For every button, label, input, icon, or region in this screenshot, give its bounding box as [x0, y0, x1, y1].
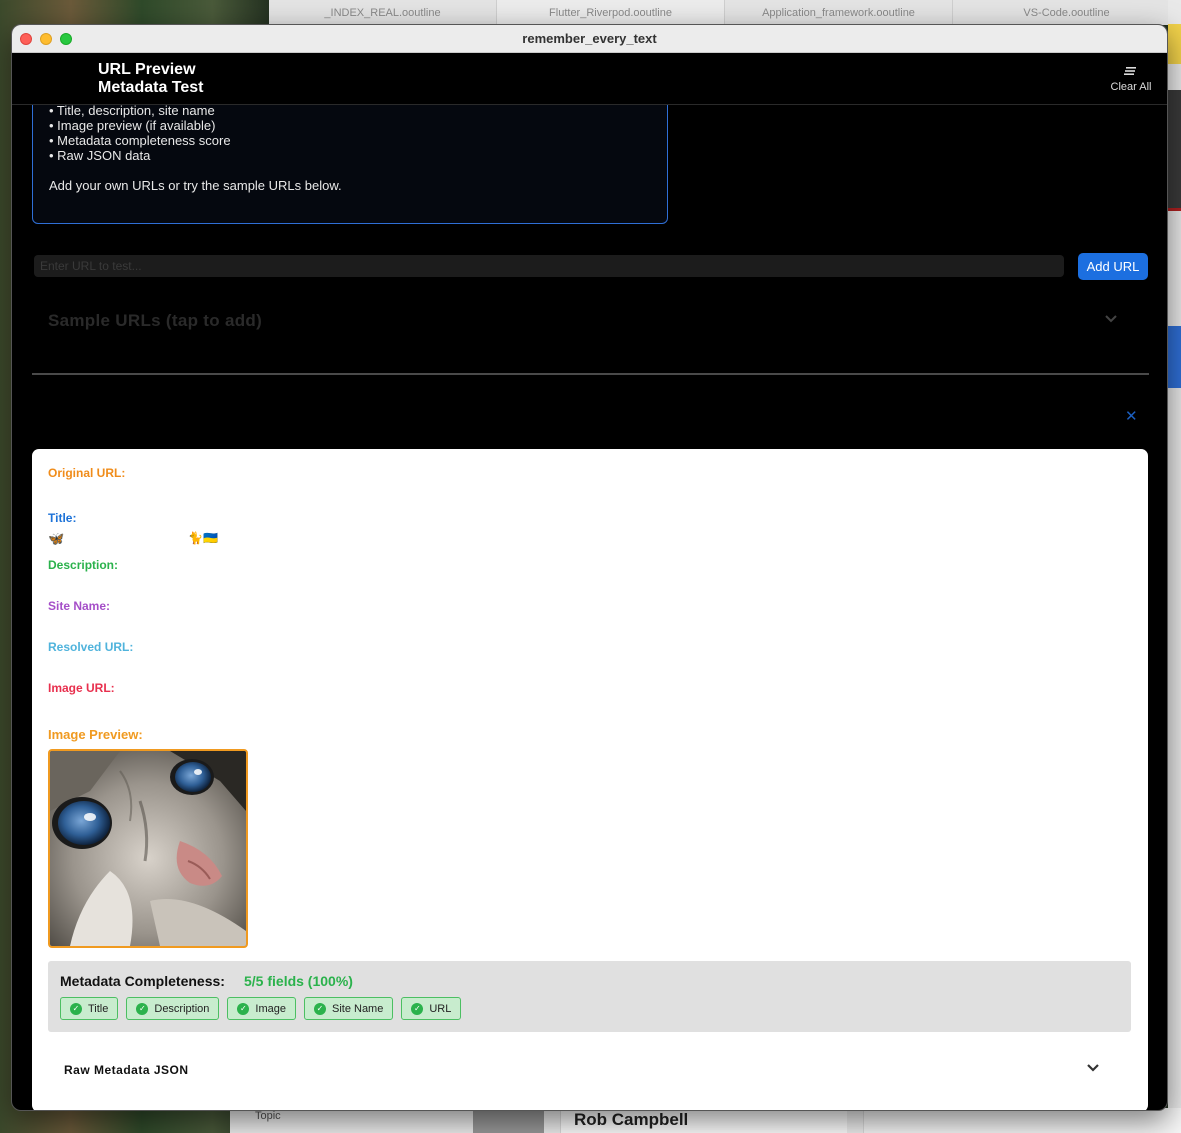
clear-all-label: Clear All [1110, 81, 1152, 93]
page-title: URL Preview Metadata Test [98, 61, 204, 96]
background-panel [863, 1108, 1181, 1133]
title-value-emoji: 🦋 [48, 531, 65, 546]
background-tab[interactable]: VS-Code.ooutline [953, 0, 1181, 25]
field-chips: ✓ Title ✓ Description ✓ Image ✓ Site Name ✓ U… [60, 997, 462, 1020]
completeness-value: 5/5 fields (100%) [244, 973, 353, 989]
info-line: • Title, description, site name [49, 103, 215, 118]
site-name-label: Site Name: [48, 599, 111, 613]
background-window-edge [1168, 0, 1181, 1133]
background-strip [1168, 208, 1181, 211]
raw-metadata-json-header[interactable]: Raw Metadata JSON [64, 1063, 189, 1077]
add-url-button[interactable]: Add URL [1078, 253, 1148, 280]
chip-label: Image [255, 1002, 286, 1015]
background-tab-strip: _INDEX_REAL.ooutline Flutter_Riverpod.oo… [269, 0, 1181, 25]
title-label: Title: [48, 511, 77, 525]
chip-label: Site Name [331, 1002, 384, 1015]
field-chip: ✓ Image [227, 997, 296, 1020]
completeness-label: Metadata Completeness: [60, 973, 225, 989]
image-preview [48, 749, 248, 948]
check-circle-icon: ✓ [313, 1002, 326, 1015]
chip-label: Description [154, 1002, 210, 1015]
check-circle-icon: ✓ [70, 1002, 82, 1015]
info-line: • Raw JSON data [49, 148, 151, 163]
background-block [473, 1108, 544, 1133]
clear-all-icon [1107, 65, 1155, 81]
field-chip: ✓ URL [401, 997, 462, 1020]
field-chip: ✓ Description [126, 997, 220, 1020]
metadata-completeness-panel: Metadata Completeness: 5/5 fields (100%)… [48, 961, 1131, 1032]
description-label: Description: [48, 558, 119, 572]
scroll-content[interactable]: • Title, description, site name • Image … [12, 53, 1167, 1110]
resolved-url-label: Resolved URL: [48, 640, 134, 654]
sample-urls-header[interactable]: Sample URLs (tap to add) [48, 311, 262, 331]
info-box: • Title, description, site name • Image … [32, 97, 668, 224]
info-line: Add your own URLs or try the sample URLs… [49, 178, 342, 193]
background-strip [1168, 90, 1181, 208]
window-titlebar[interactable]: remember_every_text [12, 25, 1167, 53]
app-window: remember_every_text URL Preview Metadata… [11, 24, 1168, 1111]
background-window-bottom [230, 1108, 1181, 1133]
chip-label: Title [88, 1002, 109, 1015]
divider [32, 373, 1149, 375]
image-url-label: Image URL: [48, 681, 115, 695]
image-preview-label: Image Preview: [48, 727, 143, 742]
background-topic-label: Topic [255, 1110, 281, 1122]
background-tab[interactable]: Application_framework.ooutline [725, 0, 953, 25]
url-input[interactable] [34, 255, 1064, 277]
background-strip [1168, 24, 1181, 64]
check-circle-icon: ✓ [411, 1002, 424, 1015]
original-url-label: Original URL: [48, 466, 126, 480]
cat-photo [50, 751, 246, 946]
close-icon[interactable]: ✕ [1125, 407, 1138, 425]
check-circle-icon: ✓ [136, 1002, 149, 1015]
info-line: • Metadata completeness score [49, 133, 231, 148]
background-tab[interactable]: Flutter_Riverpod.ooutline [497, 0, 725, 25]
field-chip: ✓ Site Name [303, 997, 394, 1020]
window-title: remember_every_text [522, 31, 657, 46]
background-tab[interactable]: _INDEX_REAL.ooutline [269, 0, 497, 25]
info-line: • Image preview (if available) [49, 118, 216, 133]
metadata-result-card: Original URL: Title: 🦋 🐈🇺🇦 Description: … [32, 449, 1148, 1110]
background-strip [1168, 326, 1181, 388]
chevron-down-icon[interactable] [1086, 1060, 1100, 1076]
background-contact-name: Rob Campbell [574, 1110, 689, 1129]
field-chip: ✓ Title [60, 997, 119, 1020]
app-bar: URL Preview Metadata Test Clear All [12, 53, 1167, 105]
chip-label: URL [429, 1002, 452, 1015]
clear-all-button[interactable]: Clear All [1107, 65, 1155, 93]
title-value-emoji: 🐈🇺🇦 [188, 531, 218, 545]
check-circle-icon: ✓ [237, 1002, 250, 1015]
chevron-down-icon[interactable] [1104, 311, 1120, 327]
